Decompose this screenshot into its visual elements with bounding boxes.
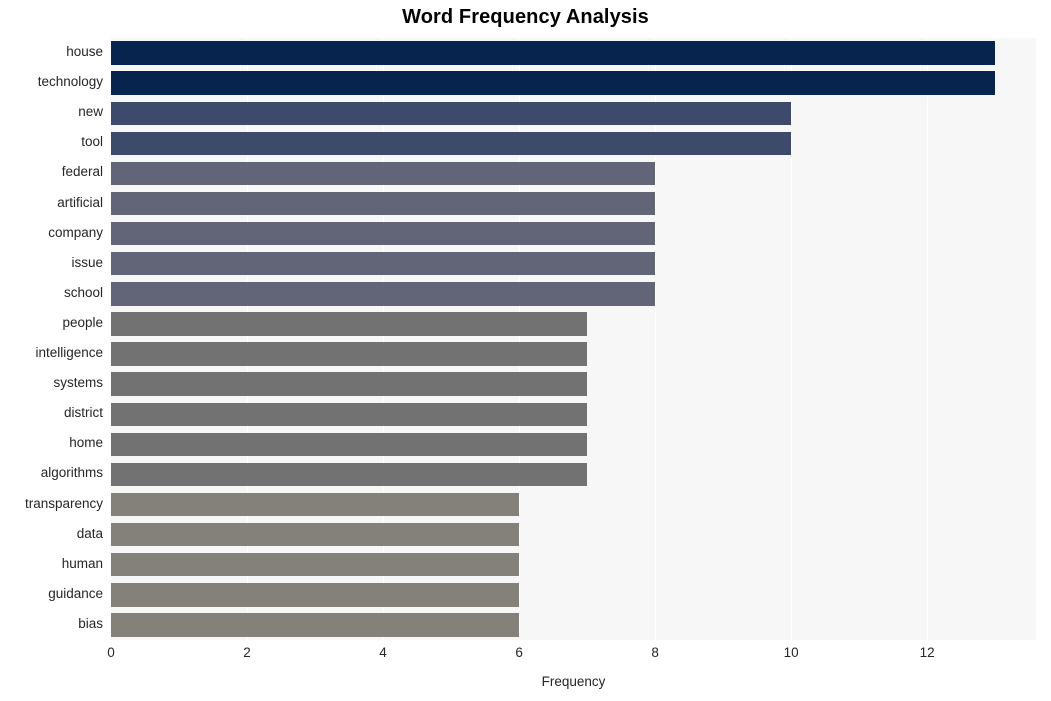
bar <box>111 41 996 65</box>
bar-row <box>111 583 1036 607</box>
bar <box>111 522 520 547</box>
plot-area <box>111 38 1036 640</box>
y-tick-label: school <box>63 284 103 300</box>
bar-row <box>111 402 1036 426</box>
y-tick-label: intelligence <box>35 345 103 361</box>
bar-row <box>111 161 1036 186</box>
y-tick-label: transparency <box>24 495 103 511</box>
bar <box>111 101 792 125</box>
bar <box>111 221 656 246</box>
y-tick-label: algorithms <box>40 465 103 481</box>
bar-row <box>111 282 1036 306</box>
x-axis-ticks: 0 2 4 6 8 10 12 <box>107 645 1036 667</box>
bar <box>111 342 588 366</box>
x-axis-title: Frequency <box>541 674 606 689</box>
y-axis-labels: house technology new tool federal artificial c… <box>0 38 103 640</box>
x-tick-label: 2 <box>243 645 251 660</box>
bar-row <box>111 462 1036 487</box>
bar <box>111 312 588 336</box>
bar <box>111 282 656 306</box>
bar <box>111 613 520 637</box>
bar <box>111 432 588 457</box>
bar <box>111 372 588 396</box>
bar-row <box>111 372 1036 396</box>
bar-row <box>111 221 1036 246</box>
bar <box>111 583 520 607</box>
x-tick-label: 6 <box>515 645 523 660</box>
bar <box>111 252 656 276</box>
bar <box>111 402 588 426</box>
bars-layer <box>111 38 1036 640</box>
y-tick-label: issue <box>71 254 103 270</box>
bar <box>111 161 656 186</box>
bar-row <box>111 41 1036 65</box>
bar-row <box>111 522 1036 547</box>
y-tick-label: bias <box>78 615 103 631</box>
bar-row <box>111 191 1036 216</box>
y-tick-label: human <box>61 555 103 571</box>
y-tick-label: data <box>76 525 103 541</box>
bar <box>111 71 996 95</box>
bar-row <box>111 252 1036 276</box>
y-tick-label: home <box>69 435 103 451</box>
bar <box>111 553 520 577</box>
bar-row <box>111 71 1036 95</box>
y-tick-label: technology <box>37 74 103 90</box>
word-frequency-chart: Word Frequency Analysis house technology n… <box>0 0 1051 701</box>
y-tick-label: people <box>62 314 103 330</box>
bar <box>111 131 792 156</box>
y-tick-label: new <box>78 104 103 120</box>
x-tick-label: 4 <box>379 645 387 660</box>
y-tick-label: guidance <box>48 585 103 601</box>
y-tick-label: company <box>48 224 103 240</box>
bar <box>111 492 520 517</box>
bar-row <box>111 131 1036 156</box>
bar-row <box>111 432 1036 457</box>
bar-row <box>111 553 1036 577</box>
y-tick-label: federal <box>61 164 103 180</box>
bar-row <box>111 312 1036 336</box>
y-tick-label: artificial <box>57 194 103 210</box>
bar-row <box>111 492 1036 517</box>
bar <box>111 191 656 216</box>
x-tick-label: 12 <box>919 645 935 660</box>
bar <box>111 462 588 487</box>
x-tick-label: 10 <box>783 645 799 660</box>
bar-row <box>111 613 1036 637</box>
bar-row <box>111 101 1036 125</box>
y-tick-label: systems <box>53 375 103 391</box>
y-tick-label: tool <box>81 134 103 150</box>
x-tick-label: 0 <box>107 645 115 660</box>
x-tick-label: 8 <box>651 645 659 660</box>
bar-row <box>111 342 1036 366</box>
y-tick-label: house <box>66 44 103 60</box>
chart-title: Word Frequency Analysis <box>402 6 649 28</box>
y-tick-label: district <box>63 405 103 421</box>
